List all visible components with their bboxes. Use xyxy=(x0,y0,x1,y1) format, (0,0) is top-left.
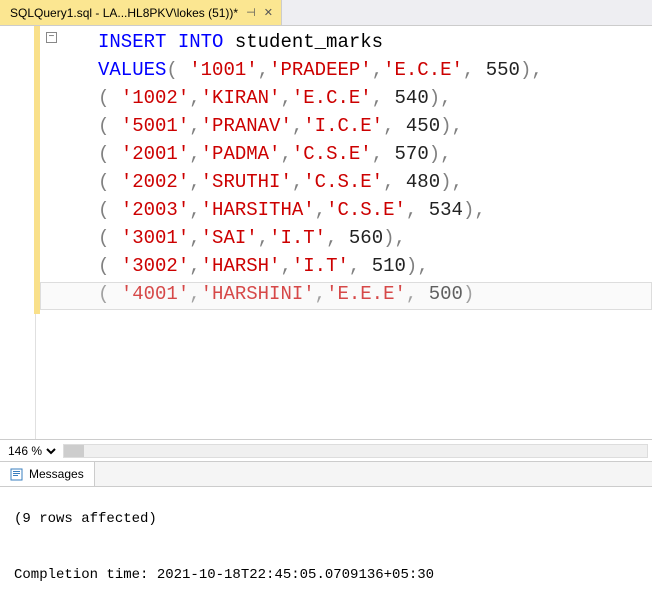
scrollbar-thumb[interactable] xyxy=(64,445,84,457)
results-tabs: Messages xyxy=(0,461,652,487)
rows-affected-text: (9 rows affected) xyxy=(14,505,638,533)
horizontal-scrollbar[interactable] xyxy=(63,444,648,458)
tab-title: SQLQuery1.sql - LA...HL8PKV\lokes (51))* xyxy=(10,6,238,20)
editor-area[interactable]: − INSERT INTO student_marks VALUES( '100… xyxy=(0,26,652,439)
zoom-select[interactable]: 146 % xyxy=(4,443,59,459)
gutter xyxy=(0,26,36,439)
code-content[interactable]: INSERT INTO student_marks VALUES( '1001'… xyxy=(36,26,543,439)
messages-pane[interactable]: (9 rows affected) Completion time: 2021-… xyxy=(0,487,652,607)
pin-icon[interactable]: ⊣ xyxy=(246,6,256,19)
close-icon[interactable]: ✕ xyxy=(264,6,273,19)
modified-indicator xyxy=(34,26,40,314)
editor-tab[interactable]: SQLQuery1.sql - LA...HL8PKV\lokes (51))*… xyxy=(0,0,282,25)
tab-bar: SQLQuery1.sql - LA...HL8PKV\lokes (51))*… xyxy=(0,0,652,26)
messages-tab-label: Messages xyxy=(29,467,84,481)
zoom-bar: 146 % xyxy=(0,439,652,461)
messages-tab[interactable]: Messages xyxy=(0,462,95,486)
collapse-toggle[interactable]: − xyxy=(46,32,57,43)
completion-time-text: Completion time: 2021-10-18T22:45:05.070… xyxy=(14,561,638,589)
messages-icon xyxy=(10,468,23,481)
